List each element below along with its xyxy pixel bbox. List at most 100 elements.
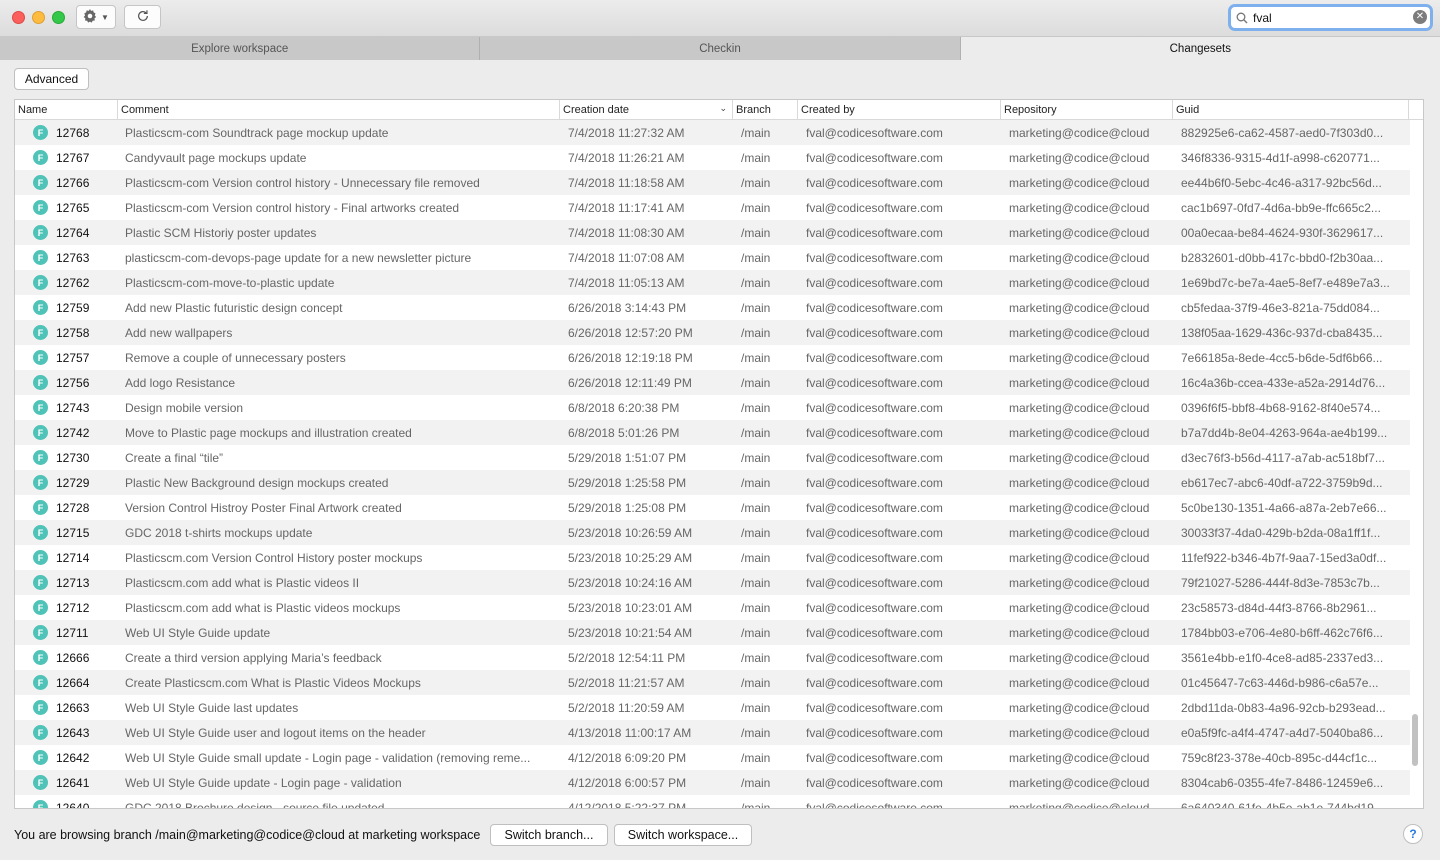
- column-header-creation-date[interactable]: Creation date ⌄: [560, 100, 733, 120]
- creation-date-cell: 6/8/2018 5:01:26 PM: [568, 425, 680, 440]
- changeset-name-cell: F 12714: [15, 550, 117, 565]
- guid-cell: 346f8336-9315-4d1f-a998-c620771...: [1181, 150, 1380, 165]
- table-row[interactable]: F 12756 Add logo Resistance 6/26/2018 12:11…: [15, 370, 1410, 395]
- created-by-cell: fval@codicesoftware.com: [806, 800, 943, 809]
- created-by-cell: fval@codicesoftware.com: [806, 675, 943, 690]
- clear-search-icon[interactable]: ✕: [1413, 10, 1427, 24]
- guid-cell: b2832601-d0bb-417c-bbd0-f2b30aa...: [1181, 250, 1384, 265]
- table-row[interactable]: F 12730 Create a final “tile” 5/29/2018 1:5…: [15, 445, 1410, 470]
- table-row[interactable]: F 12743 Design mobile version 6/8/2018 6:20…: [15, 395, 1410, 420]
- created-by-cell: fval@codicesoftware.com: [806, 725, 943, 740]
- guid-cell: 1784bb03-e706-4e80-b6ff-462c76f6...: [1181, 625, 1383, 640]
- repository-cell: marketing@codice@cloud: [1009, 175, 1150, 190]
- creation-date-cell: 6/26/2018 12:19:18 PM: [568, 350, 693, 365]
- maximize-window-button[interactable]: [52, 11, 65, 24]
- table-row[interactable]: F 12763 plasticscm-com-devops-page update …: [15, 245, 1410, 270]
- branch-cell: /main: [741, 450, 771, 465]
- creation-date-cell: 7/4/2018 11:18:58 AM: [568, 175, 685, 190]
- column-header-comment[interactable]: Comment: [118, 100, 560, 120]
- table-row[interactable]: F 12764 Plastic SCM Historiy poster update…: [15, 220, 1410, 245]
- creation-date-cell: 5/23/2018 10:25:29 AM: [568, 550, 693, 565]
- vertical-scrollbar[interactable]: [1409, 120, 1421, 808]
- changeset-icon: F: [33, 750, 48, 765]
- search-input[interactable]: [1253, 8, 1403, 27]
- changeset-number: 12730: [56, 450, 90, 465]
- table-row[interactable]: F 12766 Plasticscm-com Version control his…: [15, 170, 1410, 195]
- creation-date-cell: 5/29/2018 1:51:07 PM: [568, 450, 687, 465]
- switch-workspace-button[interactable]: Switch workspace...: [614, 824, 752, 846]
- branch-status-text: You are browsing branch /main@marketing@…: [14, 828, 481, 842]
- repository-cell: marketing@codice@cloud: [1009, 525, 1150, 540]
- refresh-button[interactable]: [124, 5, 161, 29]
- guid-cell: 759c8f23-378e-40cb-895c-d44cf1c...: [1181, 750, 1378, 765]
- table-row[interactable]: F 12663 Web UI Style Guide last updates 5/2…: [15, 695, 1410, 720]
- table-row[interactable]: F 12757 Remove a couple of unnecessary pos…: [15, 345, 1410, 370]
- repository-cell: marketing@codice@cloud: [1009, 400, 1150, 415]
- tab-checkin[interactable]: Checkin: [480, 37, 961, 60]
- column-header-name[interactable]: Name: [15, 100, 118, 120]
- repository-cell: marketing@codice@cloud: [1009, 275, 1150, 290]
- table-row[interactable]: F 12666 Create a third version applying Ma…: [15, 645, 1410, 670]
- creation-date-cell: 7/4/2018 11:08:30 AM: [568, 225, 685, 240]
- table-row[interactable]: F 12713 Plasticscm.com add what is Plastic…: [15, 570, 1410, 595]
- created-by-cell: fval@codicesoftware.com: [806, 175, 943, 190]
- column-header-repository[interactable]: Repository: [1001, 100, 1173, 120]
- switch-branch-button[interactable]: Switch branch...: [490, 824, 608, 846]
- table-row[interactable]: F 12759 Add new Plastic futuristic design …: [15, 295, 1410, 320]
- table-row[interactable]: F 12642 Web UI Style Guide small update - …: [15, 745, 1410, 770]
- repository-cell: marketing@codice@cloud: [1009, 675, 1150, 690]
- tab-changesets[interactable]: Changesets: [960, 37, 1440, 60]
- guid-cell: 79f21027-5286-444f-8d3e-7853c7b...: [1181, 575, 1380, 590]
- created-by-cell: fval@codicesoftware.com: [806, 200, 943, 215]
- table-row[interactable]: F 12714 Plasticscm.com Version Control His…: [15, 545, 1410, 570]
- comment-cell: Plasticscm-com Soundtrack page mockup up…: [125, 125, 389, 140]
- table-row[interactable]: F 12762 Plasticscm-com-move-to-plastic upd…: [15, 270, 1410, 295]
- table-row[interactable]: F 12728 Version Control Histroy Poster Fin…: [15, 495, 1410, 520]
- search-box[interactable]: ✕: [1228, 4, 1433, 31]
- tab-explore-workspace[interactable]: Explore workspace: [0, 37, 481, 60]
- table-row[interactable]: F 12715 GDC 2018 t-shirts mockups update 5/…: [15, 520, 1410, 545]
- help-button[interactable]: ?: [1403, 824, 1423, 844]
- changeset-name-cell: F 12759: [15, 300, 117, 315]
- column-header-branch[interactable]: Branch: [733, 100, 798, 120]
- column-header-created-by[interactable]: Created by: [798, 100, 1001, 120]
- chevron-down-icon: ▼: [101, 12, 109, 22]
- changeset-name-cell: F 12756: [15, 375, 117, 390]
- table-row[interactable]: F 12711 Web UI Style Guide update 5/23/2018…: [15, 620, 1410, 645]
- settings-dropdown-button[interactable]: ▼: [76, 5, 116, 29]
- changeset-name-cell: F 12764: [15, 225, 117, 240]
- table-row[interactable]: F 12767 Candyvault page mockups update 7/4/…: [15, 145, 1410, 170]
- created-by-cell: fval@codicesoftware.com: [806, 650, 943, 665]
- creation-date-cell: 5/29/2018 1:25:08 PM: [568, 500, 687, 515]
- table-row[interactable]: F 12712 Plasticscm.com add what is Plastic…: [15, 595, 1410, 620]
- table-row[interactable]: F 12729 Plastic New Background design mock…: [15, 470, 1410, 495]
- branch-cell: /main: [741, 200, 771, 215]
- creation-date-cell: 6/8/2018 6:20:38 PM: [568, 400, 680, 415]
- creation-date-cell: 5/23/2018 10:26:59 AM: [568, 525, 693, 540]
- table-row[interactable]: F 12643 Web UI Style Guide user and logout…: [15, 720, 1410, 745]
- minimize-window-button[interactable]: [32, 11, 45, 24]
- changeset-icon: F: [33, 775, 48, 790]
- changeset-icon: F: [33, 150, 48, 165]
- changeset-name-cell: F 12640: [15, 800, 117, 808]
- close-window-button[interactable]: [12, 11, 25, 24]
- table-row[interactable]: F 12641 Web UI Style Guide update - Login …: [15, 770, 1410, 795]
- changeset-name-cell: F 12762: [15, 275, 117, 290]
- changeset-name-cell: F 12715: [15, 525, 117, 540]
- changeset-number: 12765: [56, 200, 90, 215]
- changeset-number: 12642: [56, 750, 90, 765]
- comment-cell: Plasticscm.com add what is Plastic video…: [125, 575, 360, 590]
- guid-cell: 01c45647-7c63-446d-b986-c6a57e...: [1181, 675, 1379, 690]
- table-row[interactable]: F 12768 Plasticscm-com Soundtrack page moc…: [15, 120, 1410, 145]
- table-row[interactable]: F 12640 GDC 2018 Brochure design - source …: [15, 795, 1410, 809]
- column-header-guid[interactable]: Guid: [1173, 100, 1409, 120]
- table-row[interactable]: F 12742 Move to Plastic page mockups and i…: [15, 420, 1410, 445]
- repository-cell: marketing@codice@cloud: [1009, 150, 1150, 165]
- creation-date-cell: 6/26/2018 3:14:43 PM: [568, 300, 687, 315]
- creation-date-cell: 4/13/2018 11:00:17 AM: [568, 725, 692, 740]
- table-row[interactable]: F 12664 Create Plasticscm.com What is Plas…: [15, 670, 1410, 695]
- table-row[interactable]: F 12765 Plasticscm-com Version control his…: [15, 195, 1410, 220]
- scrollbar-thumb[interactable]: [1412, 714, 1418, 766]
- advanced-button[interactable]: Advanced: [14, 68, 89, 90]
- table-row[interactable]: F 12758 Add new wallpapers 6/26/2018 12:57:…: [15, 320, 1410, 345]
